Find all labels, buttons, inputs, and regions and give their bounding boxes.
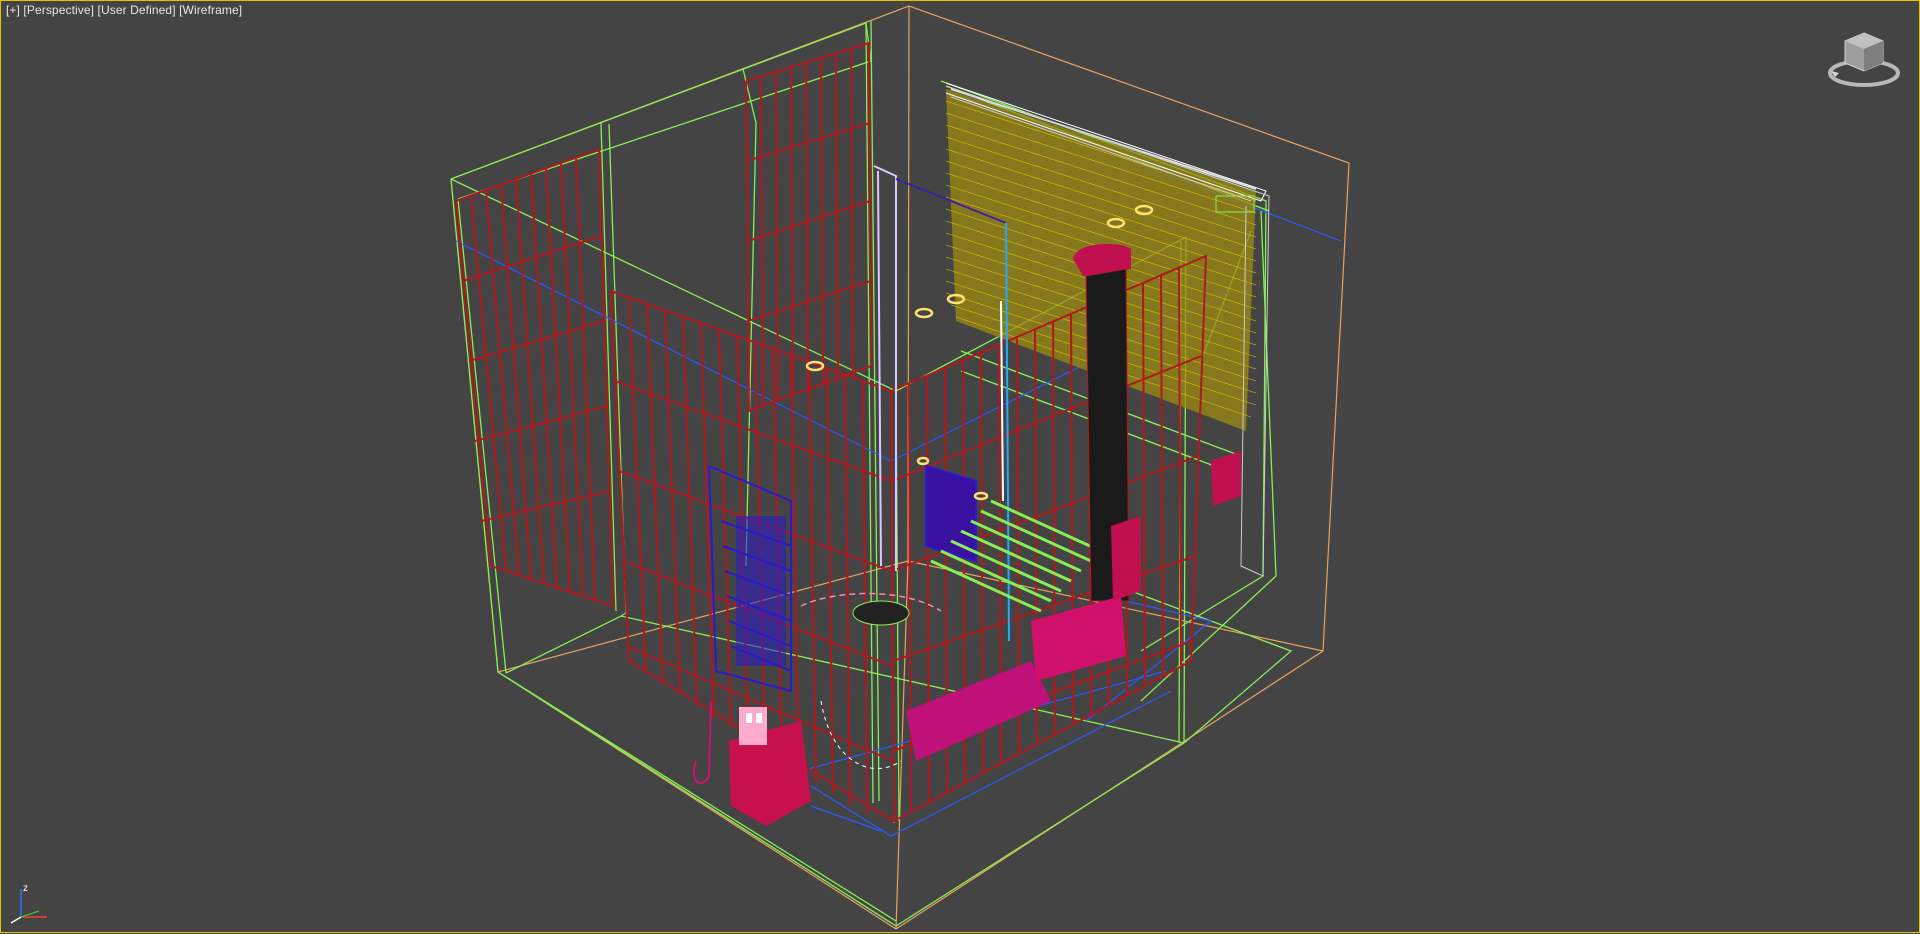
perspective-viewport[interactable]: [+] [Perspective] [User Defined] [Wirefr… <box>0 0 1920 933</box>
axis-tripod-icon: z <box>10 883 47 924</box>
wireframe-scene[interactable] <box>1 1 1920 934</box>
axis-z-label: z <box>23 883 28 894</box>
viewcube-icon[interactable] <box>1827 27 1901 91</box>
